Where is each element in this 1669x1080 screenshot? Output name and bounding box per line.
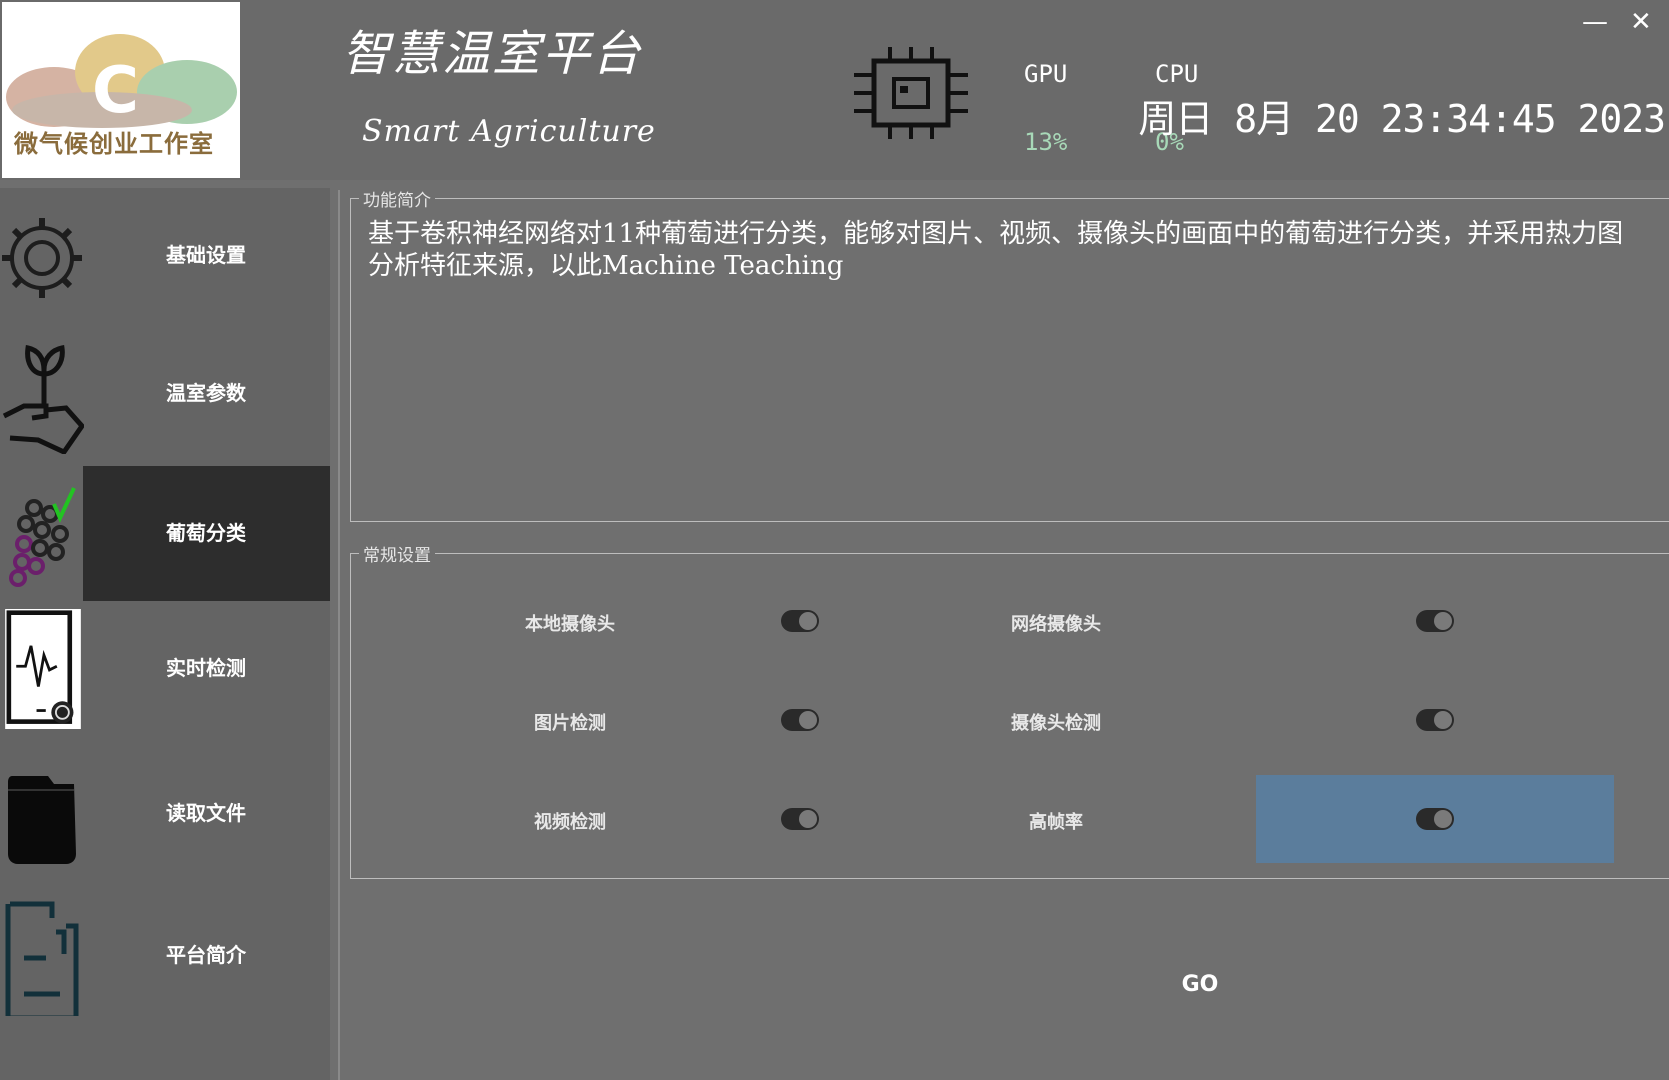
- sidebar-item-label: 实时检测: [166, 656, 246, 680]
- minimize-button[interactable]: —: [1582, 6, 1608, 38]
- intro-legend: 功能简介: [363, 191, 431, 211]
- toggle-knob: [799, 612, 817, 630]
- sidebar-item-platform-intro[interactable]: 平台简介: [0, 888, 330, 1023]
- toggle-knob: [1434, 612, 1452, 630]
- toggle-knob: [1434, 810, 1452, 828]
- go-button[interactable]: GO: [1160, 965, 1240, 1005]
- folder-icon: [8, 776, 76, 864]
- image-detection-toggle[interactable]: [781, 709, 819, 731]
- toggle-knob: [1434, 711, 1452, 729]
- setting-video-detection-label: 视频检测: [534, 812, 606, 833]
- setting-network-camera-label: 网络摄像头: [1011, 614, 1101, 635]
- network-camera-toggle[interactable]: [1416, 610, 1454, 632]
- app-title: 智慧温室平台: [342, 26, 643, 82]
- logo-text: 微气候创业工作室: [14, 130, 214, 158]
- logo: C 微气候创业工作室: [2, 2, 240, 178]
- settings-legend: 常规设置: [363, 546, 431, 566]
- title-bar: C 微气候创业工作室 智慧温室平台 Smart Agriculture GPU …: [0, 0, 1669, 180]
- datetime-display: 周日 8月 20 23:34:45 2023: [1138, 97, 1666, 141]
- monitor-pulse-icon: [5, 609, 81, 729]
- chip-icon: [854, 47, 968, 139]
- local-camera-toggle[interactable]: [781, 610, 819, 632]
- grapes-icon: [9, 487, 76, 587]
- sidebar-item-realtime-detection[interactable]: 实时检测: [0, 601, 330, 736]
- app-subtitle: Smart Agriculture: [362, 114, 656, 149]
- setting-camera-detection-label: 摄像头检测: [1011, 713, 1101, 734]
- gpu-value: 13%: [1024, 128, 1068, 156]
- setting-high-fps-label: 高帧率: [1029, 812, 1083, 833]
- gpu-label: GPU: [1024, 60, 1068, 88]
- setting-image-detection-label: 图片检测: [534, 713, 606, 734]
- sidebar-item-label: 基础设置: [166, 243, 246, 267]
- sidebar-item-label: 葡萄分类: [166, 521, 246, 545]
- intro-text: 基于卷积神经网络对11种葡萄进行分类，能够对图片、视频、摄像头的画面中的葡萄进行…: [368, 219, 1624, 281]
- sidebar-item-read-file[interactable]: 读取文件: [0, 746, 330, 881]
- close-button[interactable]: ✕: [1630, 6, 1652, 38]
- sidebar-item-greenhouse-params[interactable]: 温室参数: [0, 326, 330, 461]
- toggle-knob: [799, 711, 817, 729]
- high-fps-toggle[interactable]: [1416, 808, 1454, 830]
- toggle-knob: [799, 810, 817, 828]
- logo-letter: C: [92, 54, 139, 128]
- setting-local-camera-label: 本地摄像头: [525, 614, 615, 635]
- cpu-label: CPU: [1155, 60, 1199, 88]
- sidebar: 基础设置 温室参数 葡萄分类 实时检测 读取文件 平台简介: [0, 188, 330, 1080]
- panel-divider: [338, 190, 340, 1080]
- sidebar-item-grape-classification[interactable]: 葡萄分类: [0, 466, 330, 601]
- plant-in-hand-icon: [2, 345, 84, 454]
- sidebar-item-label: 平台简介: [166, 943, 246, 967]
- sidebar-item-label: 读取文件: [166, 801, 246, 825]
- gear-icon: [2, 218, 82, 298]
- sidebar-item-basic-settings[interactable]: 基础设置: [0, 188, 330, 323]
- video-detection-toggle[interactable]: [781, 808, 819, 830]
- document-icon: [5, 901, 79, 1016]
- camera-detection-toggle[interactable]: [1416, 709, 1454, 731]
- sidebar-item-label: 温室参数: [166, 381, 246, 405]
